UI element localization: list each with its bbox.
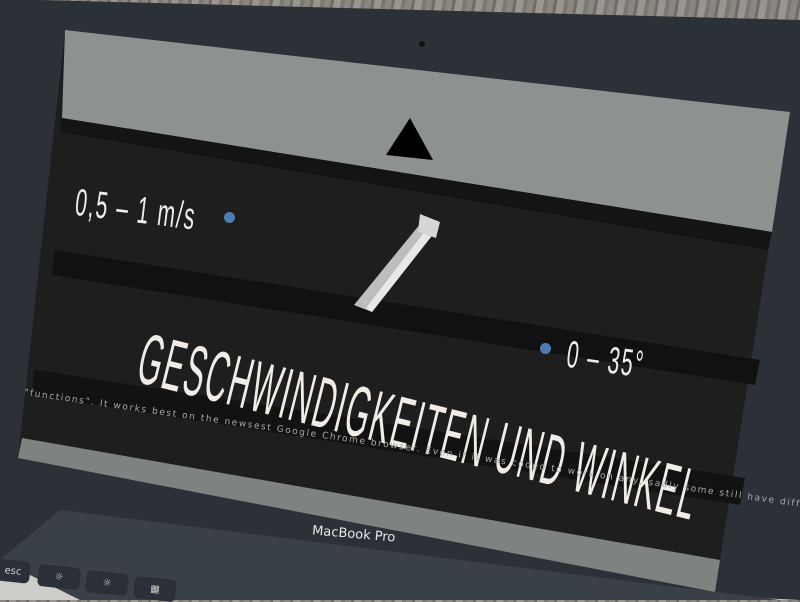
- speed-marker-dot[interactable]: [224, 212, 235, 223]
- key-brightness-up[interactable]: ☼: [84, 569, 130, 597]
- key-brightness-down[interactable]: ☼: [36, 563, 82, 591]
- key-esc[interactable]: esc: [0, 558, 32, 584]
- camera-icon: [419, 41, 425, 47]
- angle-marker-dot[interactable]: [540, 343, 551, 354]
- key-mission-control[interactable]: ▦: [132, 575, 178, 602]
